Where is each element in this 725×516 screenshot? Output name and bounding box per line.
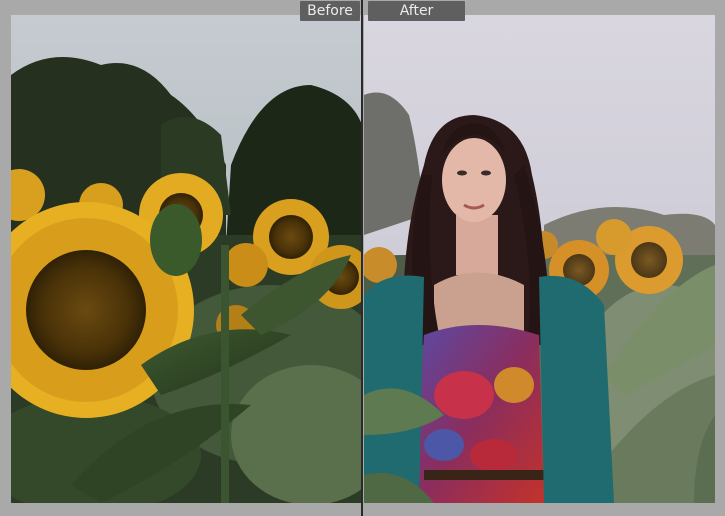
before-image-pane — [11, 15, 362, 503]
after-photo — [364, 15, 715, 503]
compare-divider[interactable] — [361, 0, 363, 516]
before-after-compare-view: Before After — [0, 0, 725, 516]
after-image-pane — [364, 15, 715, 503]
before-label: Before — [300, 1, 360, 21]
before-photo — [11, 15, 362, 503]
after-label: After — [368, 1, 465, 21]
